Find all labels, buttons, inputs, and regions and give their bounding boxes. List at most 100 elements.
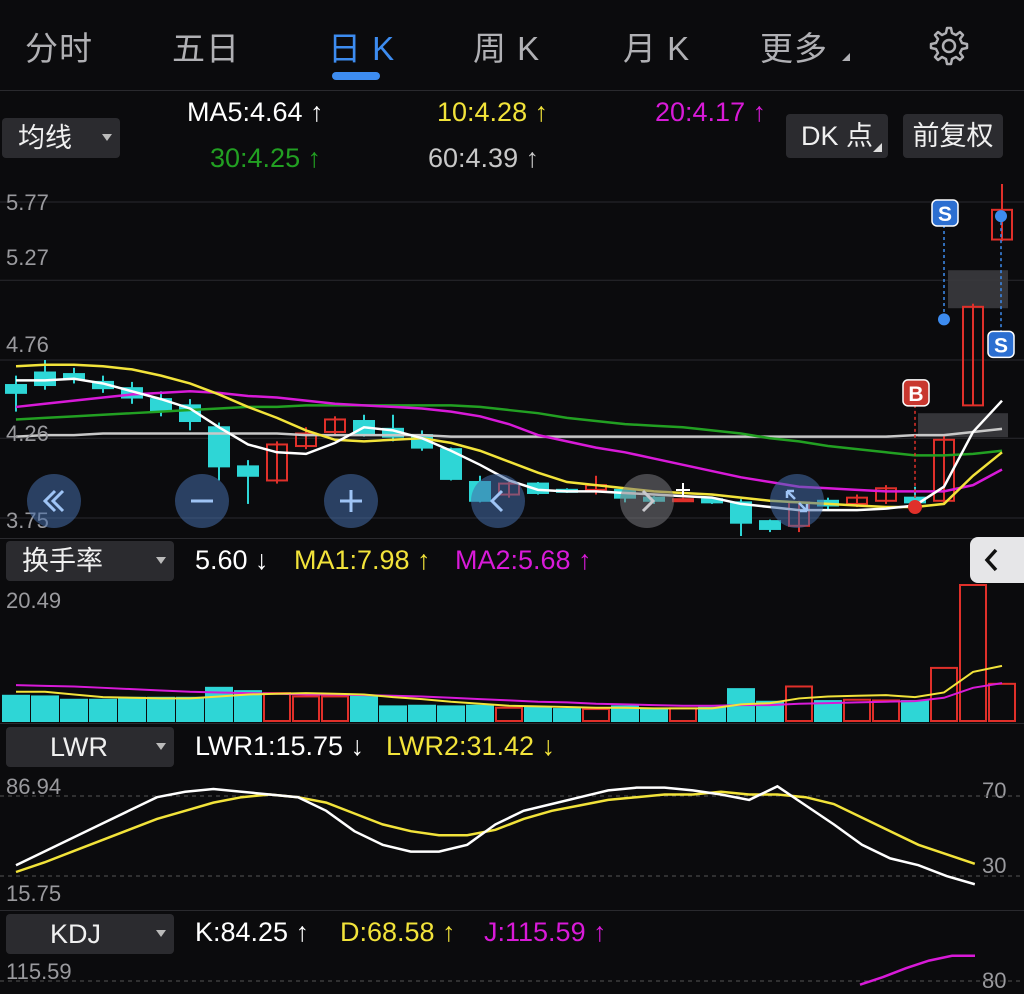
- kdj-j-line: [859, 954, 975, 986]
- turnover-bar: [89, 698, 117, 722]
- dropdown-caret-icon: [102, 134, 112, 141]
- chevron-left-icon: [489, 489, 504, 513]
- sell-marker-dot: [995, 210, 1007, 223]
- minus-icon: [191, 499, 213, 503]
- turnover-bar: [379, 705, 407, 723]
- dk-point-label: DK 点: [800, 121, 873, 151]
- ma5-value: MA5:4.64 ↑: [187, 97, 324, 127]
- sell-marker-dot: [938, 313, 950, 326]
- corner-triangle-icon: [873, 143, 882, 152]
- zoom-in-button[interactable]: [324, 474, 378, 528]
- active-tab-indicator: [332, 72, 380, 80]
- divider: [0, 90, 1024, 91]
- kdj-d-value: D:68.58 ↑: [340, 917, 456, 947]
- forward-adjust-label: 前复权: [912, 121, 994, 151]
- zoom-out-button[interactable]: [175, 474, 229, 528]
- turnover-bar: [901, 700, 929, 722]
- jump-to-start-button[interactable]: [27, 474, 81, 528]
- indicator-selector-ma[interactable]: 均线: [2, 118, 120, 158]
- indicator-selector-turnover[interactable]: 换手率: [6, 541, 174, 581]
- ma60-value: 60:4.39 ↑: [428, 143, 540, 173]
- turnover-bar: [350, 695, 378, 723]
- turnover-bar: [437, 705, 465, 723]
- turnover-bar: [408, 704, 436, 722]
- dropdown-caret-icon: [156, 557, 166, 564]
- chevron-right-icon: [641, 489, 656, 513]
- turnover-bar: [640, 708, 668, 722]
- turnover-bar: [553, 708, 581, 723]
- candle-body: [237, 465, 259, 477]
- dk-point-button[interactable]: DK 点: [786, 114, 888, 158]
- indicator-selector-lwr[interactable]: LWR: [6, 727, 174, 767]
- double-chevron-left-icon: [42, 489, 65, 513]
- price-axis-label: 4.76: [6, 332, 49, 357]
- turnover-bar: [263, 692, 291, 722]
- more-corner-icon: [842, 53, 850, 61]
- indicator-selector-kdj[interactable]: KDJ: [6, 914, 174, 954]
- dropdown-caret-icon: [156, 930, 166, 937]
- tab-monthly-k[interactable]: 月 K: [623, 22, 690, 70]
- sell-marker-badge-label: S: [938, 203, 952, 226]
- lwr-chart[interactable]: [0, 768, 1024, 908]
- turnover-bar: [118, 696, 146, 723]
- turnover-bar: [698, 706, 726, 723]
- lwr1-value: LWR1:15.75 ↓: [195, 731, 365, 761]
- turnover-bar: [466, 704, 494, 722]
- turnover-bar: [147, 696, 175, 723]
- turnover-bar: [582, 708, 610, 723]
- tab-weekly-k[interactable]: 周 K: [473, 22, 540, 70]
- ma20-value: 20:4.17 ↑: [655, 97, 767, 127]
- kdj-k-value: K:84.25 ↑: [195, 917, 310, 947]
- settings-gear-icon[interactable]: [928, 25, 970, 67]
- fullscreen-button[interactable]: [770, 474, 824, 528]
- tab-daily-k[interactable]: 日 K: [328, 22, 395, 70]
- turnover-value: 5.60 ↓: [195, 545, 269, 575]
- chevron-left-icon: [984, 548, 998, 572]
- turnover-bar: [495, 706, 523, 723]
- plus-icon: [340, 490, 362, 512]
- candle-body: [5, 384, 27, 394]
- kdj-chart[interactable]: [0, 951, 1024, 991]
- turnover-bar: [669, 707, 697, 722]
- tab-more[interactable]: 更多: [760, 22, 828, 70]
- turnover-bar: [176, 696, 204, 723]
- selector-label: KDJ: [50, 919, 102, 949]
- turnover-bar: [959, 584, 987, 722]
- turnover-ma1: MA1:7.98 ↑: [294, 545, 431, 575]
- scroll-right-button[interactable]: [620, 474, 674, 528]
- divider: [0, 538, 1024, 539]
- lwr1-line: [15, 784, 976, 886]
- ma30-value: 30:4.25 ↑: [210, 143, 322, 173]
- ma30-line: [15, 404, 1003, 457]
- expand-icon: [785, 489, 809, 513]
- sell-marker-badge-label: S: [994, 334, 1008, 357]
- price-axis-label: 5.27: [6, 245, 49, 270]
- divider: [0, 723, 1024, 724]
- turnover-bar: [524, 706, 552, 722]
- selector-label: 换手率: [22, 546, 103, 576]
- turnover-bar: [292, 695, 320, 723]
- buy-marker-dot: [908, 500, 922, 515]
- price-axis-label: 4.26: [6, 421, 49, 446]
- turnover-bar: [31, 695, 59, 723]
- turnover-chart[interactable]: [0, 583, 1024, 723]
- turnover-ma2: MA2:5.68 ↑: [455, 545, 592, 575]
- turnover-bar: [988, 682, 1016, 722]
- turnover-bar: [321, 695, 349, 723]
- tab-intraday[interactable]: 分时: [25, 22, 93, 70]
- ma10-value: 10:4.28 ↑: [437, 97, 549, 127]
- candle-body: [672, 498, 694, 503]
- divider: [0, 910, 1024, 911]
- ma60-line: [15, 427, 1003, 438]
- dropdown-caret-icon: [156, 743, 166, 750]
- turnover-bar: [872, 699, 900, 723]
- collapse-panel-button[interactable]: [970, 537, 1024, 583]
- selector-label: 均线: [18, 123, 72, 153]
- tab-five-day[interactable]: 五日: [172, 22, 240, 70]
- lwr2-value: LWR2:31.42 ↓: [386, 731, 556, 761]
- dk-zone-band: [948, 270, 1008, 309]
- scroll-left-button[interactable]: [471, 474, 525, 528]
- buy-marker-badge-label: B: [908, 383, 923, 406]
- turnover-bar: [60, 698, 88, 722]
- forward-adjust-button[interactable]: 前复权: [903, 114, 1003, 158]
